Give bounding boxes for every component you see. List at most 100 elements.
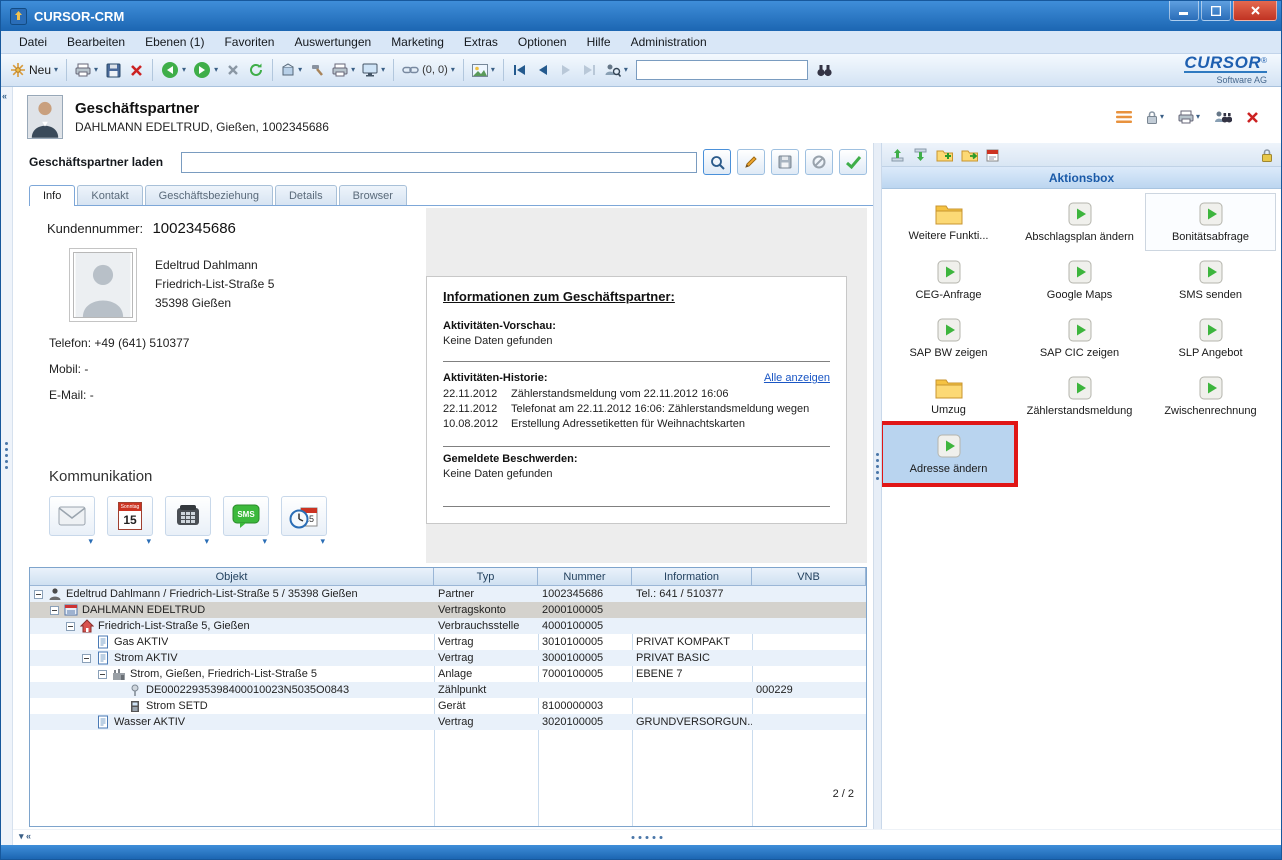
action-zwischenrechnung[interactable]: Zwischenrechnung <box>1145 367 1276 425</box>
table-row[interactable]: Edeltrud Dahlmann / Friedrich-List-Straß… <box>30 586 866 602</box>
partner-photo[interactable] <box>69 248 137 322</box>
table-row[interactable]: Strom SETDGerät8100000003 <box>30 698 866 714</box>
maximize-button[interactable] <box>1201 1 1231 21</box>
header-search-button[interactable] <box>1214 110 1232 124</box>
tree-expander[interactable] <box>82 654 91 663</box>
tab-geschäftsbeziehung[interactable]: Geschäftsbeziehung <box>145 185 273 205</box>
menu-item-favoriten[interactable]: Favoriten <box>216 33 282 51</box>
menu-item-datei[interactable]: Datei <box>11 33 55 51</box>
image-button[interactable]: ▾ <box>469 58 498 83</box>
menu-item-optionen[interactable]: Optionen <box>510 33 575 51</box>
tree-expander[interactable] <box>98 670 107 679</box>
action-abschlagsplan-ändern[interactable]: Abschlagsplan ändern <box>1014 193 1145 251</box>
print-preview-button[interactable]: ▾ <box>329 58 358 83</box>
left-collapse-strip[interactable]: « <box>1 87 13 845</box>
tree-expander[interactable] <box>34 590 43 599</box>
table-row[interactable]: DE00022935398400010023N5035O0843Zählpunk… <box>30 682 866 698</box>
close-record-button[interactable] <box>1246 111 1259 124</box>
action-slp-angebot[interactable]: SLP Angebot <box>1145 309 1276 367</box>
package-button[interactable]: ▾ <box>278 58 305 83</box>
action-sap-cic-zeigen[interactable]: SAP CIC zeigen <box>1014 309 1145 367</box>
edit-button[interactable] <box>737 149 765 175</box>
collapse-left-icon[interactable]: « <box>2 91 7 101</box>
action-sms-senden[interactable]: SMS senden <box>1145 251 1276 309</box>
action-zählerstandsmeldung[interactable]: Zählerstandsmeldung <box>1014 367 1145 425</box>
phone-button[interactable]: ▾ <box>165 496 211 536</box>
save-button[interactable] <box>102 58 124 83</box>
delete-button[interactable] <box>125 58 147 83</box>
add-folder-button[interactable] <box>936 148 953 162</box>
export-button[interactable] <box>890 148 905 162</box>
menu-item-bearbeiten[interactable]: Bearbeiten <box>59 33 133 51</box>
menu-button[interactable] <box>1116 111 1132 123</box>
menu-item-hilfe[interactable]: Hilfe <box>579 33 619 51</box>
monitor-button[interactable]: ▾ <box>359 58 388 83</box>
menu-item-marketing[interactable]: Marketing <box>383 33 452 51</box>
menu-item-ebenen-1[interactable]: Ebenen (1) <box>137 33 212 51</box>
column-header-nummer[interactable]: Nummer <box>538 568 632 586</box>
left-splitter-handle[interactable] <box>5 442 8 469</box>
menu-item-administration[interactable]: Administration <box>623 33 715 51</box>
calendar-tool-button[interactable] <box>986 148 999 162</box>
email-button[interactable]: ▾ <box>49 496 95 536</box>
chevron-down-icon[interactable]: ▾ <box>146 536 151 547</box>
action-adresse-ändern[interactable]: Adresse ändern <box>883 425 1014 483</box>
search-button[interactable] <box>703 149 731 175</box>
links-counter-button[interactable]: (0, 0) ▾ <box>399 58 458 83</box>
action-ceg-anfrage[interactable]: CEG-Anfrage <box>883 251 1014 309</box>
tab-info[interactable]: Info <box>29 185 75 206</box>
bottom-splitter-strip[interactable]: ▾ « <box>13 829 1281 845</box>
chevron-down-icon[interactable]: ▾ <box>320 536 325 547</box>
cancel-button[interactable] <box>222 58 244 83</box>
block-button[interactable] <box>805 149 833 175</box>
table-row[interactable]: DAHLMANN EDELTRUDVertragskonto2000100005 <box>30 602 866 618</box>
table-row[interactable]: Strom, Gießen, Friedrich-List-Straße 5An… <box>30 666 866 682</box>
next-record-button[interactable] <box>555 58 577 83</box>
previous-record-button[interactable] <box>532 58 554 83</box>
sms-button[interactable]: SMS ▾ <box>223 496 269 536</box>
tools-button[interactable] <box>306 58 328 83</box>
close-button[interactable] <box>1233 1 1277 21</box>
menu-item-auswertungen[interactable]: Auswertungen <box>286 33 379 51</box>
table-row[interactable]: Gas AKTIVVertrag3010100005PRIVAT KOMPAKT <box>30 634 866 650</box>
tree-expander[interactable] <box>50 606 59 615</box>
panel-lock-button[interactable] <box>1261 148 1273 162</box>
menu-item-extras[interactable]: Extras <box>456 33 506 51</box>
calendar-button[interactable]: Sonntag 15 ▾ <box>107 496 153 536</box>
action-sap-bw-zeigen[interactable]: SAP BW zeigen <box>883 309 1014 367</box>
header-print-button[interactable]: ▾ <box>1178 110 1200 124</box>
chevron-down-icon[interactable]: ▾ <box>204 536 209 547</box>
collapse-bottom-icon[interactable]: ▾ « <box>19 831 31 842</box>
vertical-splitter[interactable] <box>873 143 881 829</box>
back-button[interactable]: ▾ <box>158 58 189 83</box>
forward-button[interactable]: ▾ <box>190 58 221 83</box>
column-header-typ[interactable]: Typ <box>434 568 538 586</box>
tab-details[interactable]: Details <box>275 185 337 205</box>
last-record-button[interactable] <box>578 58 600 83</box>
table-row[interactable]: Wasser AKTIVVertrag3020100005GRUNDVERSOR… <box>30 714 866 730</box>
column-header-objekt[interactable]: Objekt <box>30 568 434 586</box>
chevron-down-icon[interactable]: ▾ <box>88 536 93 547</box>
person-search-button[interactable]: ▾ <box>601 58 631 83</box>
column-header-information[interactable]: Information <box>632 568 752 586</box>
refresh-button[interactable] <box>245 58 267 83</box>
bottom-splitter-handle[interactable] <box>632 836 663 839</box>
tab-browser[interactable]: Browser <box>339 185 407 205</box>
chevron-down-icon[interactable]: ▾ <box>262 536 267 547</box>
tree-expander[interactable] <box>66 622 75 631</box>
save-record-button[interactable] <box>771 149 799 175</box>
minimize-button[interactable] <box>1169 1 1199 21</box>
appointment-button[interactable]: 15 ▾ <box>281 496 327 536</box>
column-header-vnb[interactable]: VNB <box>752 568 866 586</box>
new-button[interactable]: Neu ▾ <box>7 58 61 83</box>
table-row[interactable]: Friedrich-List-Straße 5, GießenVerbrauch… <box>30 618 866 634</box>
print-button[interactable]: ▾ <box>72 58 101 83</box>
tab-kontakt[interactable]: Kontakt <box>77 185 142 205</box>
quick-search-input[interactable] <box>636 60 808 80</box>
first-record-button[interactable] <box>509 58 531 83</box>
splitter-handle[interactable] <box>876 453 879 480</box>
alle-anzeigen-link[interactable]: Alle anzeigen <box>764 372 830 384</box>
import-button[interactable] <box>913 148 928 162</box>
action-bonitätsabfrage[interactable]: Bonitätsabfrage <box>1145 193 1276 251</box>
action-umzug[interactable]: Umzug <box>883 367 1014 425</box>
